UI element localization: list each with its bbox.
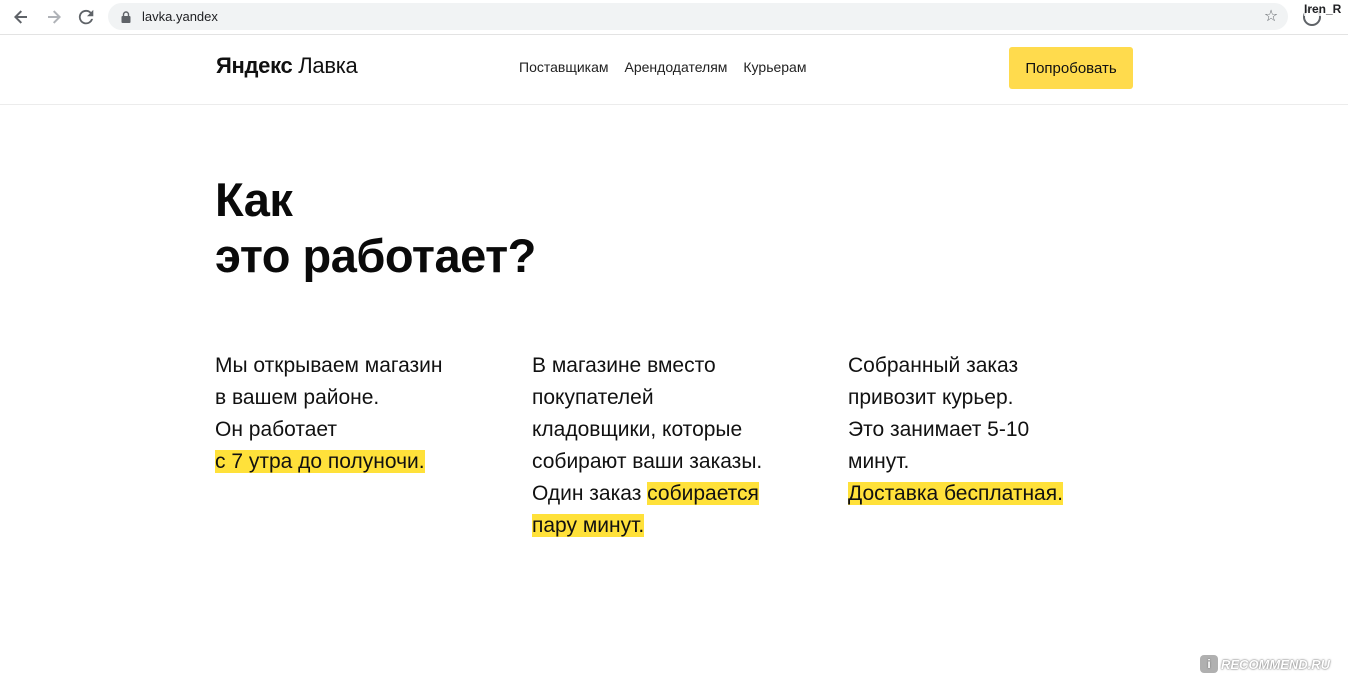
- reload-icon: [78, 9, 94, 25]
- try-button[interactable]: Попробовать: [1009, 47, 1133, 89]
- logo-brand: Яндекс: [216, 53, 293, 78]
- step-1-line-1: Мы открываем магазин: [215, 354, 443, 377]
- step-1-line-2: в вашем районе.: [215, 386, 380, 409]
- step-1: Мы открываем магазин в вашем районе. Он …: [215, 350, 515, 478]
- step-3-line-2: привозит курьер.: [848, 386, 1014, 409]
- arrow-left-icon: [14, 10, 27, 24]
- step-2-line-3: кладовщики, которые: [532, 418, 743, 441]
- step-2-line-4: собирают ваши заказы.: [532, 450, 763, 473]
- watermark-text: RECOMMEND.RU: [1221, 656, 1331, 672]
- nav-link-landlords[interactable]: Арендодателям: [625, 59, 728, 75]
- back-button[interactable]: [9, 5, 33, 29]
- reload-button[interactable]: [74, 5, 98, 29]
- arrow-right-icon: [48, 10, 61, 24]
- step-2: В магазине вместо покупателей кладовщики…: [532, 350, 832, 542]
- nav-link-suppliers[interactable]: Поставщикам: [519, 59, 609, 75]
- step-3-highlight: Доставка бесплатная.: [848, 482, 1063, 505]
- step-3-line-4: минут.: [848, 450, 910, 473]
- step-3-line-1: Собранный заказ: [848, 354, 1019, 377]
- title-line-2: это работает?: [215, 229, 536, 282]
- site-header: Яндекс Лавка Поставщикам Арендодателям К…: [0, 35, 1348, 105]
- bookmark-star-icon[interactable]: ☆: [1262, 7, 1280, 25]
- logo-product: Лавка: [298, 53, 358, 78]
- recommend-logo-icon: i: [1200, 655, 1218, 673]
- step-2-line-2: покупателей: [532, 386, 654, 409]
- page-title: Как это работает?: [215, 172, 536, 284]
- lock-icon: [120, 10, 132, 23]
- url-text: lavka.yandex: [142, 9, 218, 24]
- browser-toolbar: lavka.yandex ☆ Iren_R: [0, 0, 1348, 35]
- top-navigation: Поставщикам Арендодателям Курьерам: [519, 59, 806, 75]
- address-bar[interactable]: lavka.yandex ☆: [108, 3, 1288, 30]
- step-2-highlight-2: пару минут.: [532, 514, 645, 537]
- step-2-line-5-text: Один заказ: [532, 482, 648, 505]
- step-3: Собранный заказ привозит курьер. Это зан…: [848, 350, 1148, 510]
- step-2-line-1: В магазине вместо: [532, 354, 716, 377]
- nav-link-couriers[interactable]: Курьерам: [743, 59, 806, 75]
- step-1-highlight: с 7 утра до полуночи.: [215, 450, 425, 473]
- yandex-lavka-logo[interactable]: Яндекс Лавка: [216, 53, 358, 79]
- step-1-line-3: Он работает: [215, 418, 338, 441]
- forward-button[interactable]: [42, 5, 66, 29]
- step-2-highlight-1: собирается: [647, 482, 759, 505]
- profile-name: Iren_R: [1304, 2, 1342, 16]
- title-line-1: Как: [215, 173, 293, 226]
- recommend-watermark: i RECOMMEND.RU: [1200, 655, 1330, 673]
- step-3-line-3: Это занимает 5-10: [848, 418, 1030, 441]
